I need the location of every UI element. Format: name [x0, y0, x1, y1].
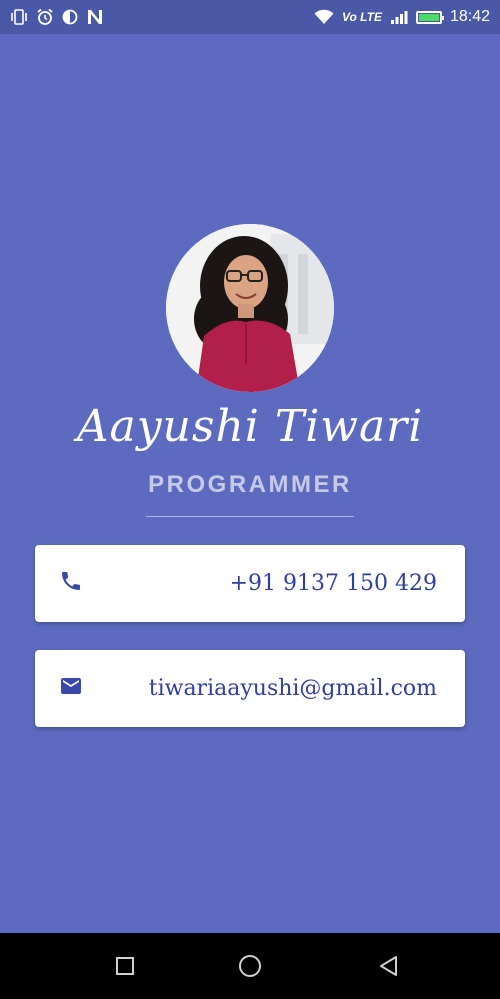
profile-photo: [166, 224, 334, 392]
phone-number: +91 9137 150 429: [229, 571, 437, 596]
data-saver-icon: [62, 9, 78, 25]
signal-icon: [390, 9, 408, 25]
back-triangle-icon[interactable]: [377, 954, 401, 978]
status-left-icons: [10, 8, 104, 26]
email-address: tiwariaayushi@gmail.com: [148, 676, 437, 701]
battery-icon: [415, 10, 444, 24]
wifi-icon: [314, 9, 334, 25]
home-circle-icon[interactable]: [238, 954, 262, 978]
vibrate-icon: [10, 9, 28, 25]
profile-name: Aayushi Tiwari: [76, 401, 424, 452]
phone-card[interactable]: +91 9137 150 429: [35, 545, 465, 622]
email-card[interactable]: tiwariaayushi@gmail.com: [35, 650, 465, 727]
battery-level: [418, 13, 439, 21]
status-bar: Vo LTE 18:42: [0, 0, 500, 34]
profile-title: PROGRAMMER: [148, 471, 352, 498]
status-right-icons: Vo LTE 18:42: [314, 6, 490, 28]
recents-square-icon[interactable]: [113, 954, 137, 978]
divider: [146, 516, 354, 517]
volte-icon: Vo LTE: [341, 10, 382, 24]
navigation-bar: [0, 933, 500, 999]
phone-icon: [59, 569, 83, 593]
status-time: 18:42: [449, 8, 490, 25]
alarm-icon: [36, 8, 54, 26]
n-notification-icon: [86, 9, 104, 25]
mail-icon: [59, 674, 83, 698]
